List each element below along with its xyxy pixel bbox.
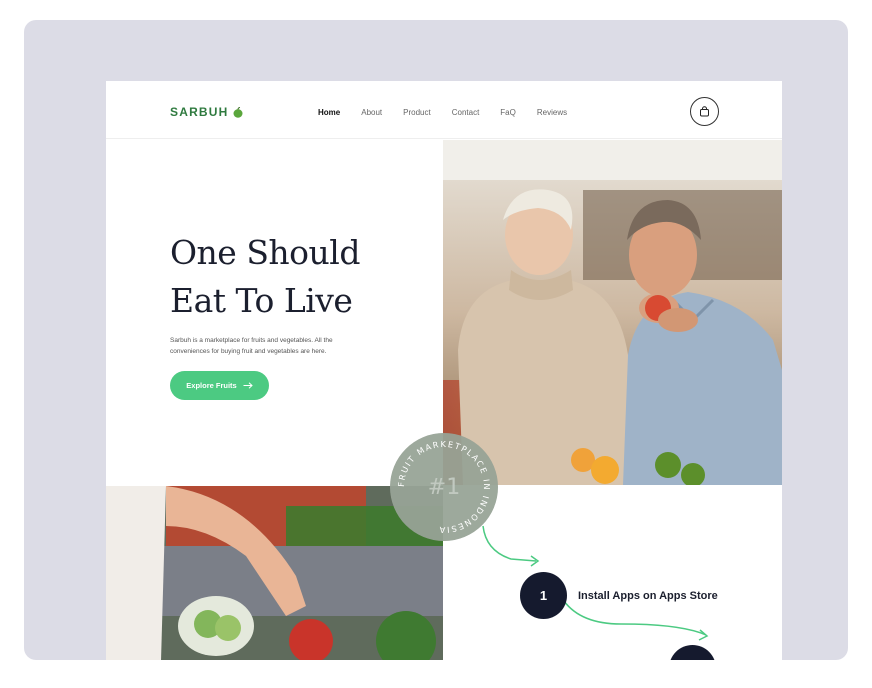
step-2-circle: [669, 645, 716, 660]
landing-page: SARBUH Home About Product Contact FaQ Re…: [106, 81, 782, 660]
nav-home[interactable]: Home: [318, 108, 340, 117]
shopping-bag-icon: [700, 106, 709, 117]
nav-reviews[interactable]: Reviews: [537, 108, 567, 117]
cta-label: Explore Fruits: [186, 381, 237, 390]
arrow-right-icon: [243, 382, 253, 389]
nav-product[interactable]: Product: [403, 108, 431, 117]
brand-logo[interactable]: SARBUH: [170, 105, 243, 119]
apple-icon: [233, 106, 243, 118]
step-number: 1: [520, 572, 567, 619]
explore-fruits-button[interactable]: Explore Fruits: [170, 371, 269, 400]
step-label: Install Apps on Apps Store: [578, 589, 718, 602]
cart-button[interactable]: [690, 97, 719, 126]
hero-title: One Should Eat To Live: [170, 229, 430, 325]
connector-arrow-1: [482, 525, 540, 567]
hero-title-line-2: Eat To Live: [170, 281, 353, 320]
nav-about[interactable]: About: [361, 108, 382, 117]
hero-title-line-1: One Should: [170, 233, 361, 272]
brand-name: SARBUH: [170, 105, 229, 119]
main-nav: Home About Product Contact FaQ Reviews: [318, 108, 588, 117]
nav-faq[interactable]: FaQ: [500, 108, 516, 117]
nav-contact[interactable]: Contact: [452, 108, 480, 117]
step-1: 1 Install Apps on Apps Store: [520, 572, 718, 619]
site-header: SARBUH Home About Product Contact FaQ Re…: [106, 81, 782, 139]
browser-frame: SARBUH Home About Product Contact FaQ Re…: [24, 20, 848, 660]
hero-description: Sarbuh is a marketplace for fruits and v…: [170, 337, 333, 355]
